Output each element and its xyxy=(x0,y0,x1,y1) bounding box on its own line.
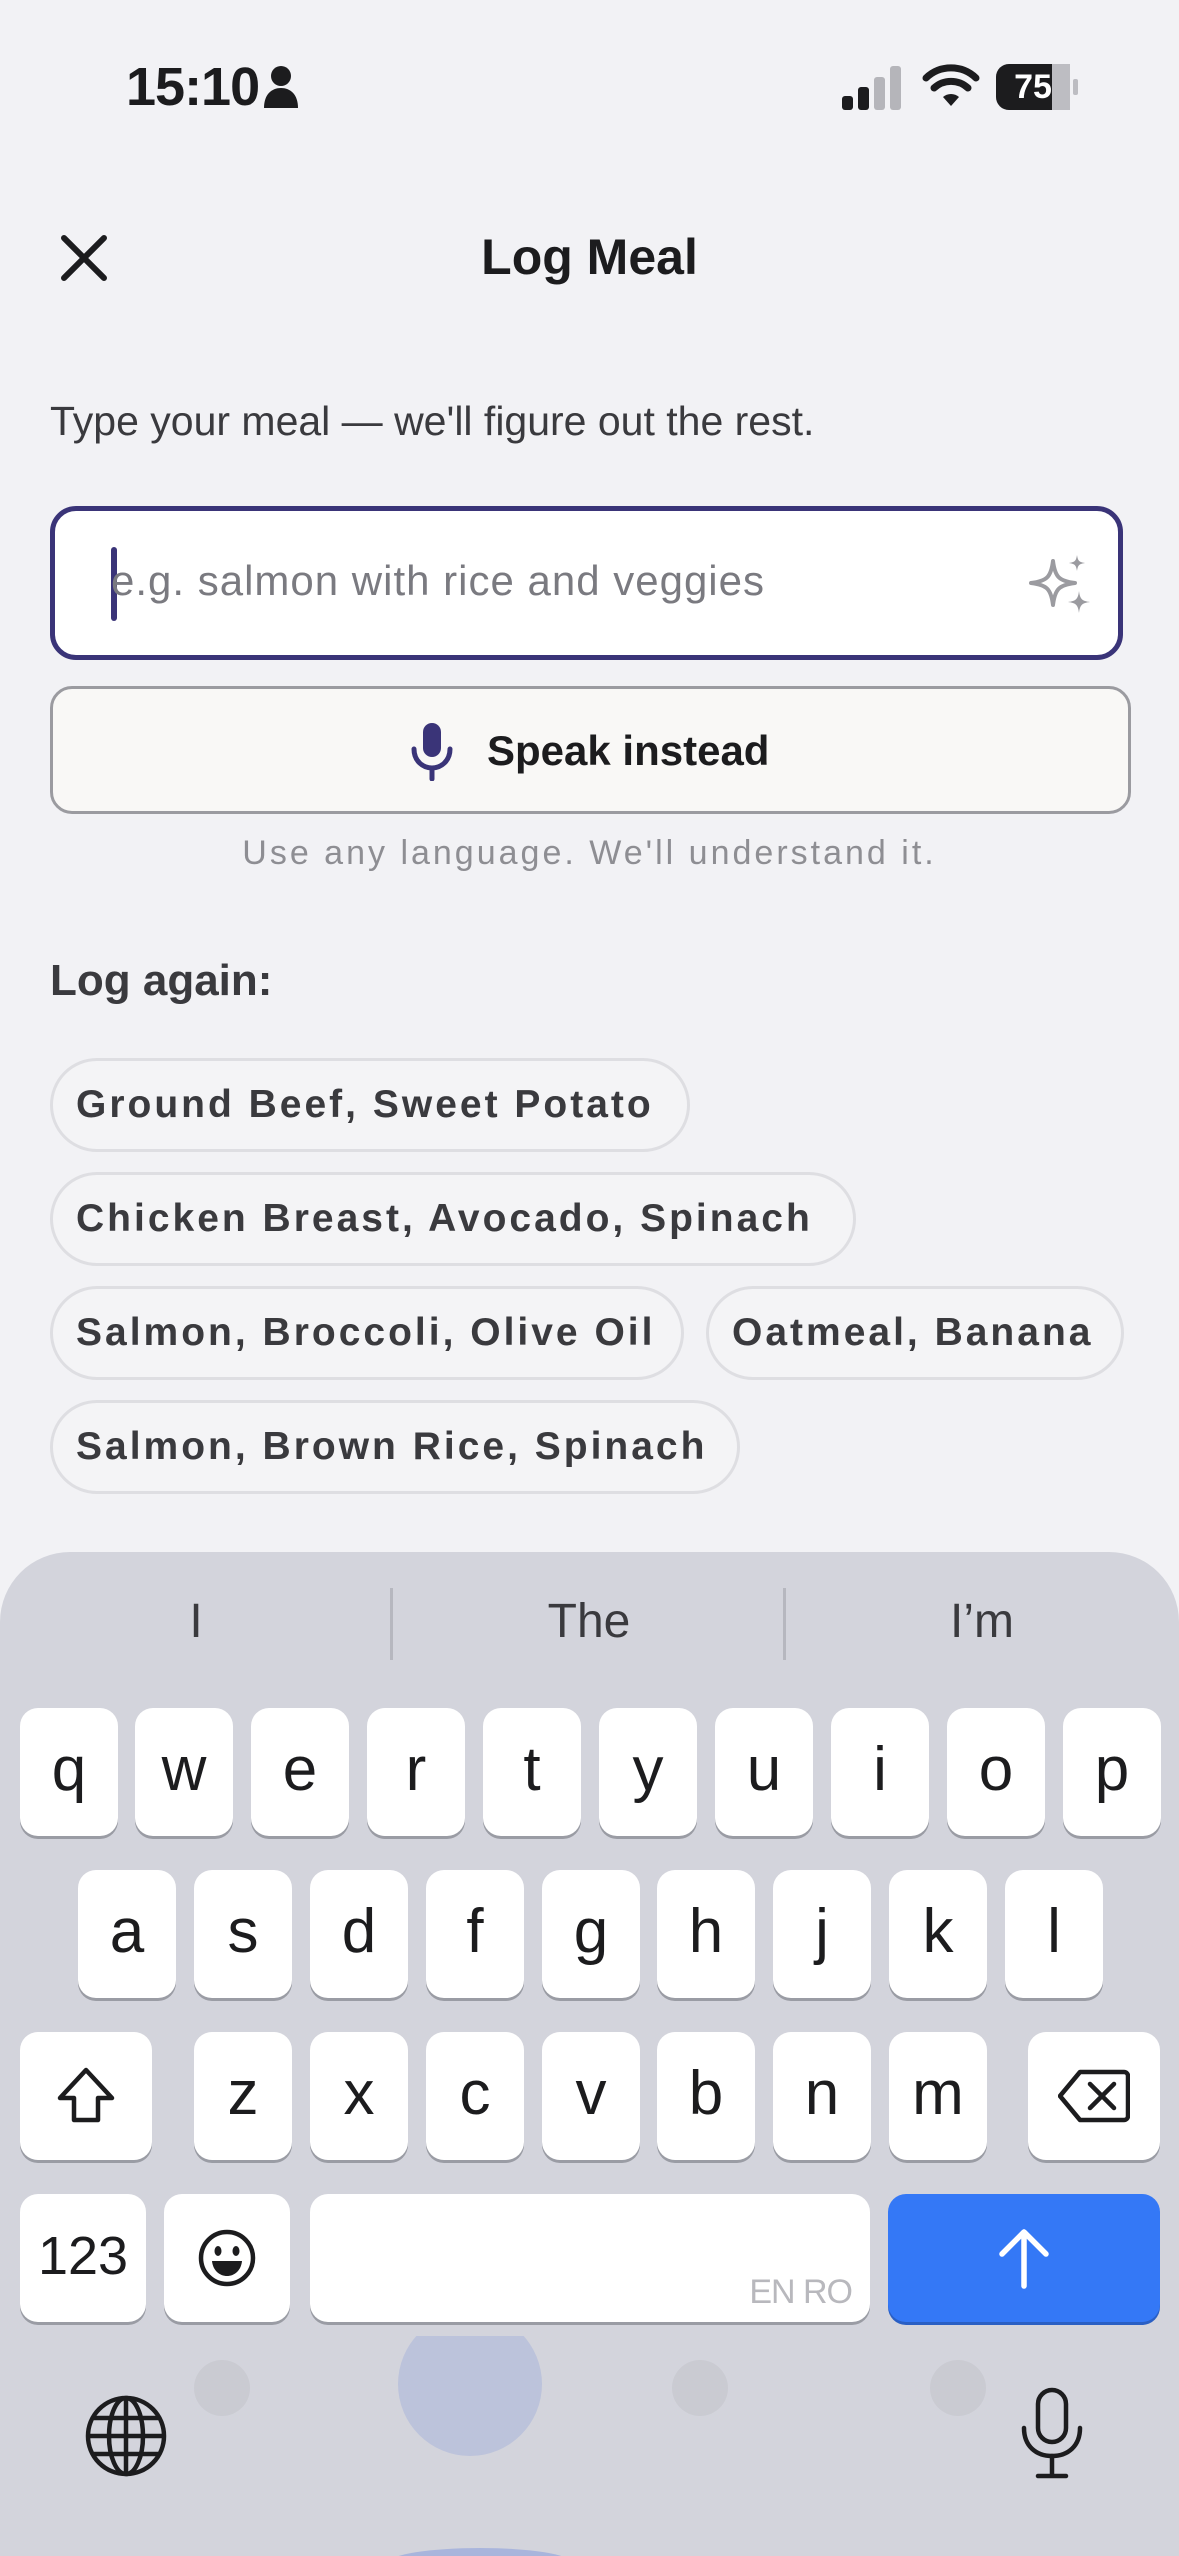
key-e[interactable]: e xyxy=(251,1708,349,1836)
log-again-chip[interactable]: Salmon, Broccoli, Olive Oil xyxy=(50,1286,684,1380)
key-w[interactable]: w xyxy=(135,1708,233,1836)
key-p[interactable]: p xyxy=(1063,1708,1161,1836)
emoji-icon xyxy=(198,2229,256,2287)
microphone-icon xyxy=(411,723,453,781)
return-key[interactable] xyxy=(888,2194,1160,2322)
key-c[interactable]: c xyxy=(426,2032,524,2160)
key-y[interactable]: y xyxy=(599,1708,697,1836)
log-again-chip[interactable]: Salmon, Brown Rice, Spinach xyxy=(50,1400,740,1494)
log-again-chip[interactable]: Chicken Breast, Avocado, Spinach xyxy=(50,1172,856,1266)
backspace-icon xyxy=(1057,2069,1131,2123)
page-title: Log Meal xyxy=(481,229,698,285)
dictation-mic-icon[interactable] xyxy=(1018,2386,1086,2482)
key-x[interactable]: x xyxy=(310,2032,408,2160)
status-time: 15:10 xyxy=(126,57,260,117)
key-o[interactable]: o xyxy=(947,1708,1045,1836)
speak-instead-button[interactable]: Speak instead xyxy=(50,686,1131,814)
wifi-icon xyxy=(922,64,980,106)
shift-icon xyxy=(57,2067,115,2123)
return-arrow-icon xyxy=(999,2229,1049,2289)
key-i[interactable]: i xyxy=(831,1708,929,1836)
emoji-key[interactable] xyxy=(164,2194,290,2322)
suggestion[interactable]: I’m xyxy=(786,1594,1178,1649)
key-t[interactable]: t xyxy=(483,1708,581,1836)
cellular-signal-icon xyxy=(842,66,901,110)
shift-key[interactable] xyxy=(20,2032,152,2160)
key-n[interactable]: n xyxy=(773,2032,871,2160)
key-l[interactable]: l xyxy=(1005,1870,1103,1998)
log-again-heading: Log again: xyxy=(50,956,273,1005)
space-language-label: EN RO xyxy=(749,2273,853,2311)
meal-input[interactable]: e.g. salmon with rice and veggies xyxy=(50,506,1123,660)
key-d[interactable]: d xyxy=(310,1870,408,1998)
sparkle-icon xyxy=(1029,555,1090,613)
key-u[interactable]: u xyxy=(715,1708,813,1836)
space-key[interactable]: EN RO xyxy=(310,2194,870,2322)
globe-icon[interactable] xyxy=(84,2394,168,2478)
log-again-chip[interactable]: Ground Beef, Sweet Potato xyxy=(50,1058,690,1152)
key-h[interactable]: h xyxy=(657,1870,755,1998)
meal-input-placeholder: e.g. salmon with rice and veggies xyxy=(111,557,765,604)
battery-level: 75 xyxy=(1014,68,1052,106)
key-r[interactable]: r xyxy=(367,1708,465,1836)
key-k[interactable]: k xyxy=(889,1870,987,1998)
key-z[interactable]: z xyxy=(194,2032,292,2160)
numbers-key[interactable]: 123 xyxy=(20,2194,146,2322)
instruction-text: Type your meal — we'll figure out the re… xyxy=(50,398,815,444)
suggestion[interactable]: The xyxy=(393,1594,785,1649)
key-a[interactable]: a xyxy=(78,1870,176,1998)
key-f[interactable]: f xyxy=(426,1870,524,1998)
blurred-tab-bar xyxy=(194,2336,986,2556)
key-b[interactable]: b xyxy=(657,2032,755,2160)
key-g[interactable]: g xyxy=(542,1870,640,1998)
person-icon xyxy=(264,66,298,108)
key-q[interactable]: q xyxy=(20,1708,118,1836)
key-m[interactable]: m xyxy=(889,2032,987,2160)
key-s[interactable]: s xyxy=(194,1870,292,1998)
language-hint: Use any language. We'll understand it. xyxy=(242,834,937,872)
keyboard: I The I’m q w e r t y u i o p a s d f g … xyxy=(0,1552,1179,2556)
key-v[interactable]: v xyxy=(542,2032,640,2160)
backspace-key[interactable] xyxy=(1028,2032,1160,2160)
suggestion[interactable]: I xyxy=(0,1594,392,1649)
speak-instead-label: Speak instead xyxy=(487,727,770,774)
log-again-chip[interactable]: Oatmeal, Banana xyxy=(706,1286,1124,1380)
key-j[interactable]: j xyxy=(773,1870,871,1998)
status-bar: 15:10 75 xyxy=(0,0,1179,170)
